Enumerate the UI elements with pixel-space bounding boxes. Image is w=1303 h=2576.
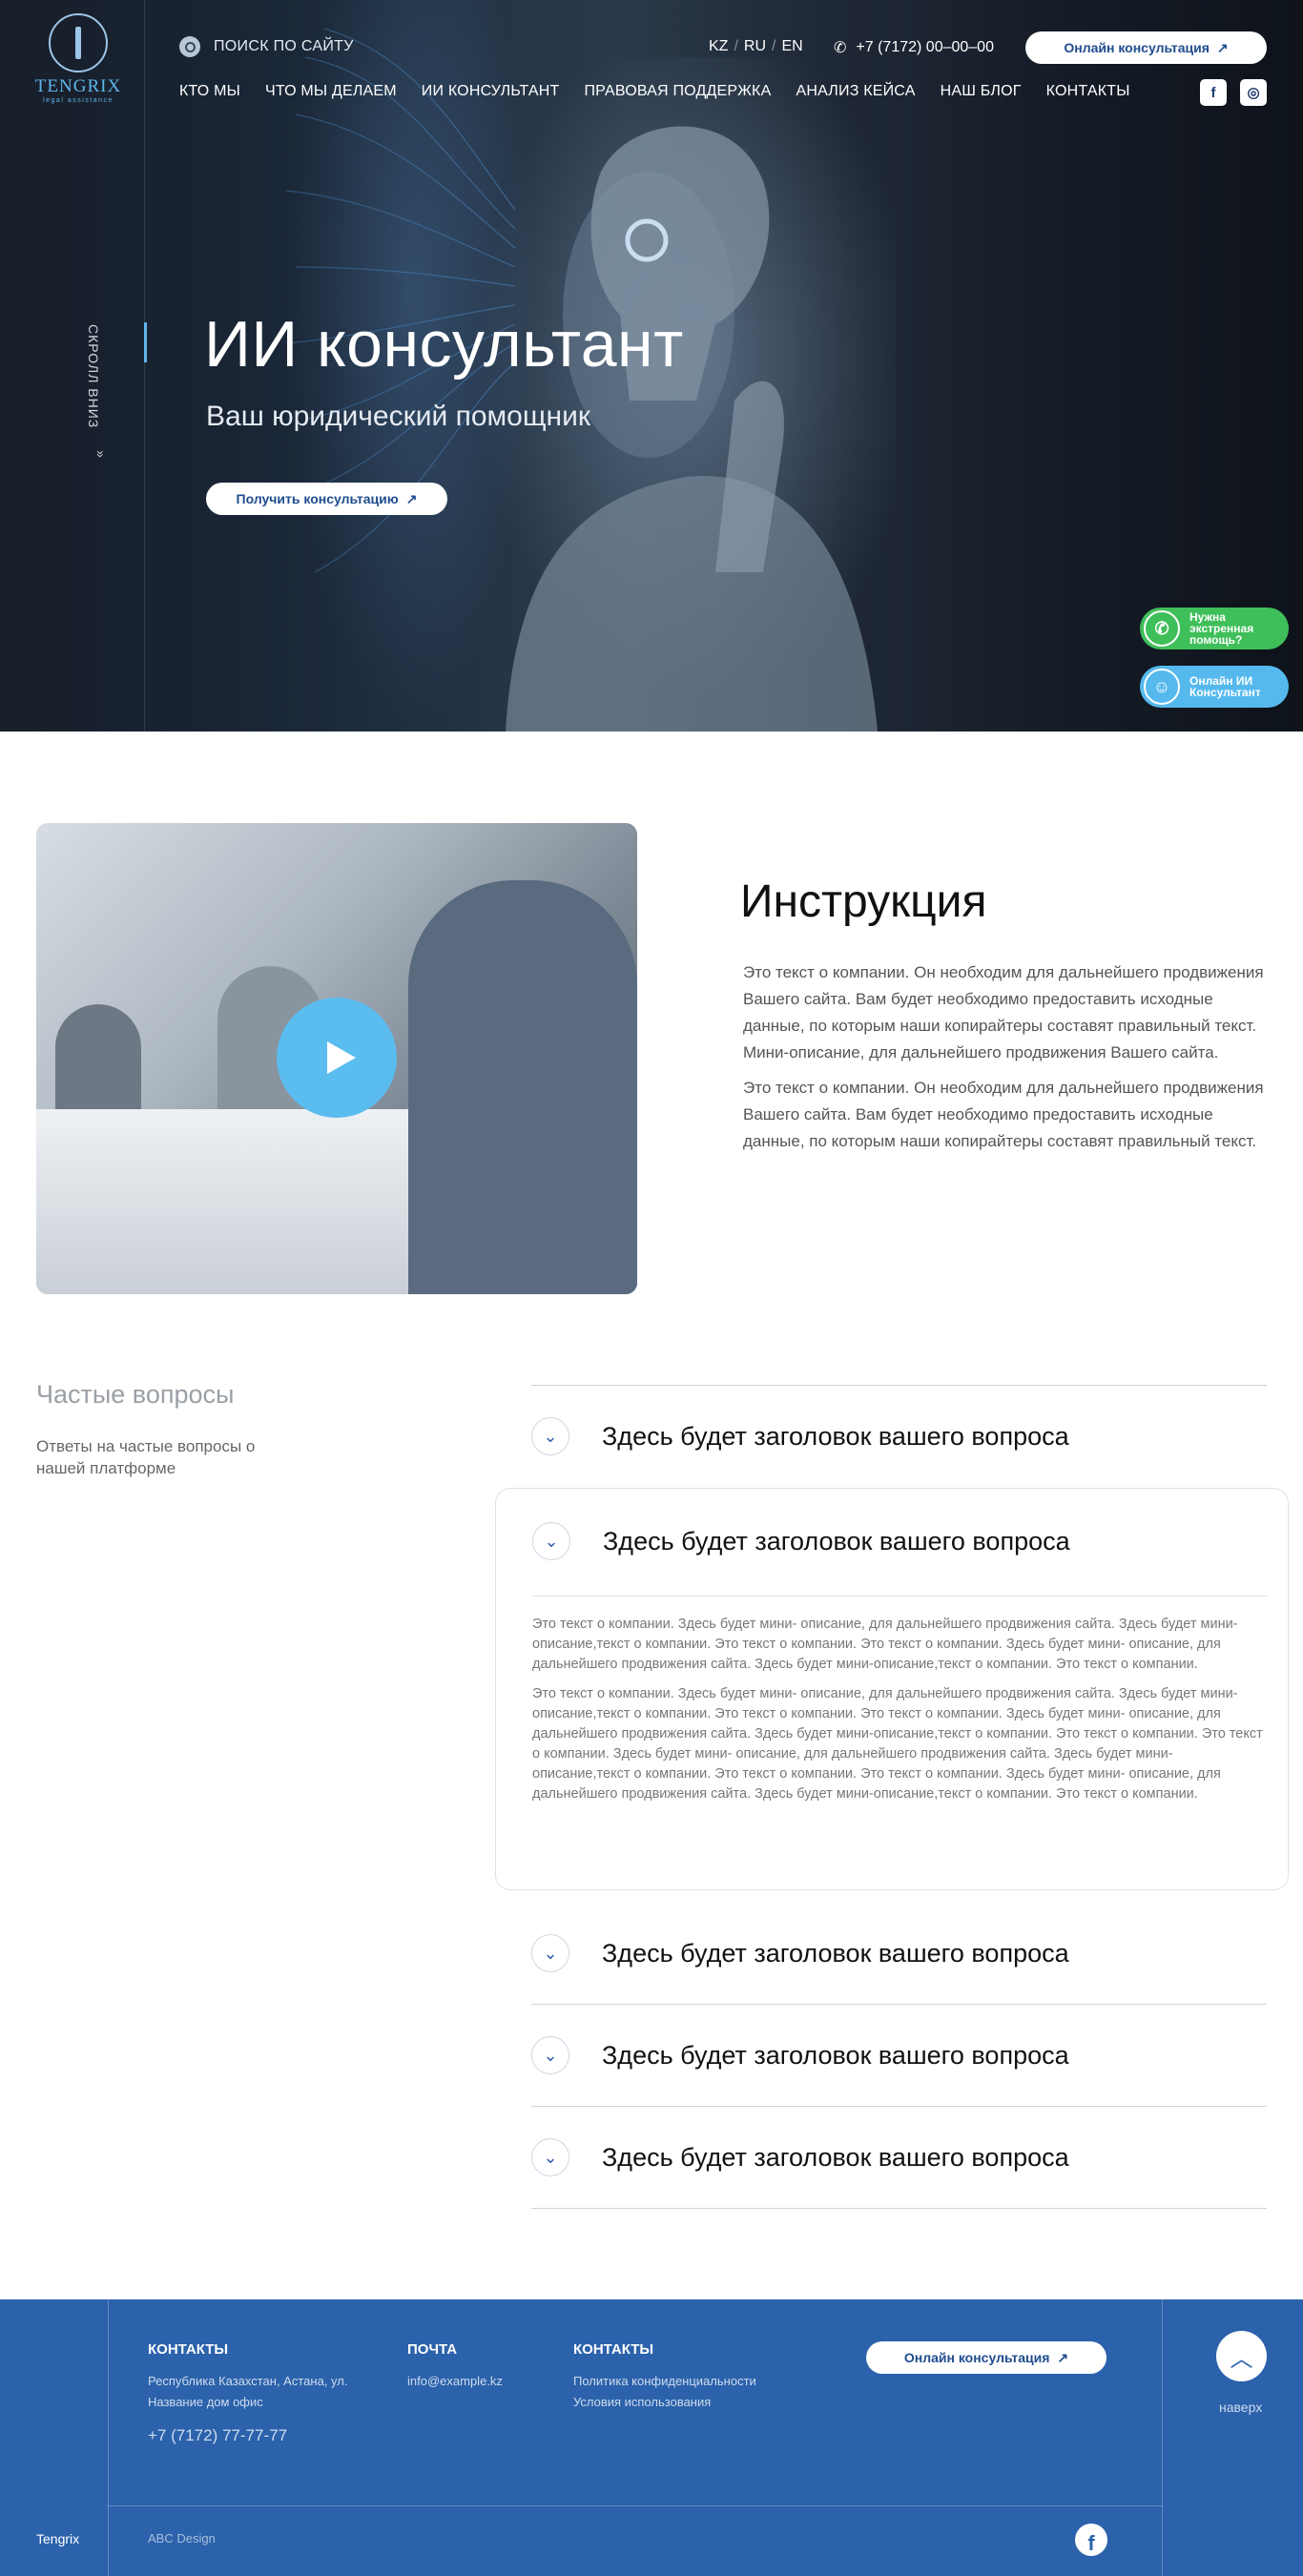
faq-question: Здесь будет заголовок вашего вопроса: [602, 2040, 1069, 2070]
arrow-up-right-icon: ↗: [1057, 2349, 1069, 2365]
scroll-down[interactable]: СКРОЛЛ ВНИЗ »: [86, 324, 124, 477]
faq-question: Здесь будет заголовок вашего вопроса: [602, 1938, 1069, 1968]
faq-item[interactable]: ⌄ Здесь будет заголовок вашего вопроса: [531, 1903, 1267, 2004]
arrow-up-right-icon: ↗: [1216, 39, 1229, 55]
logo-emblem-icon: [49, 13, 108, 72]
faq-divider: [531, 2208, 1267, 2209]
chevron-down-icon[interactable]: ⌄: [531, 1417, 569, 1455]
hero-subtitle: Ваш юридический помощник: [206, 401, 590, 432]
faq-item[interactable]: ⌄ Здесь будет заголовок вашего вопроса: [531, 1386, 1267, 1487]
back-to-top-button[interactable]: ︿: [1216, 2331, 1267, 2381]
ai-consultant-button[interactable]: ☺ Онлайн ИИ Консультант: [1140, 666, 1289, 708]
play-icon[interactable]: [277, 998, 397, 1118]
footer-link-terms[interactable]: Условия использования: [573, 2392, 756, 2413]
instruction-text: Это текст о компании. Он необходим для д…: [743, 959, 1272, 1164]
footer-links-title: КОНТАКТЫ: [573, 2341, 654, 2358]
nav-item-contacts[interactable]: КОНТАКТЫ: [1046, 83, 1130, 100]
footer-consultation-button[interactable]: Онлайн консультация ↗: [866, 2341, 1107, 2374]
footer: КОНТАКТЫ Республика Казахстан, Астана, у…: [0, 2299, 1303, 2576]
faq-question: Здесь будет заголовок вашего вопроса: [602, 2142, 1069, 2172]
footer-divider: [108, 2505, 1162, 2506]
get-consultation-label: Получить консультацию: [236, 491, 399, 506]
logo[interactable]: TENGRIX legal assistance: [34, 13, 122, 104]
hero-section: TENGRIX legal assistance СКРОЛЛ ВНИЗ » П…: [0, 0, 1303, 732]
lang-kz[interactable]: KZ: [709, 38, 728, 55]
nav-item-ai-consultant[interactable]: ИИ КОНСУЛЬТАНТ: [422, 83, 560, 100]
faq-question: Здесь будет заголовок вашего вопроса: [603, 1526, 1070, 1556]
faq-item[interactable]: ⌄ Здесь будет заголовок вашего вопроса: [531, 2005, 1267, 2106]
nav-item-what-we-do[interactable]: ЧТО МЫ ДЕЛАЕМ: [265, 83, 397, 100]
instruction-video[interactable]: [36, 823, 637, 1294]
nav-item-legal-support[interactable]: ПРАВОВАЯ ПОДДЕРЖКА: [584, 83, 771, 100]
chevron-down-icon[interactable]: ⌄: [531, 1934, 569, 1972]
language-switcher: KZ / RU / EN: [709, 38, 803, 55]
get-consultation-button[interactable]: Получить консультацию ↗: [206, 483, 447, 515]
scroll-down-label: СКРОЛЛ ВНИЗ: [86, 324, 101, 429]
footer-link-privacy[interactable]: Политика конфиденциальности: [573, 2371, 756, 2392]
faq-answer-paragraph: Это текст о компании. Здесь будет мини- …: [532, 1617, 1238, 1672]
search-icon: [179, 36, 200, 57]
facebook-icon[interactable]: f: [1200, 79, 1227, 106]
footer-mail-title: ПОЧТА: [407, 2341, 458, 2358]
chevron-down-icon[interactable]: ⌄: [531, 2138, 569, 2176]
footer-design-credit[interactable]: ABC Design: [148, 2531, 216, 2545]
emergency-help-label: Нужна экстренная помощь?: [1189, 610, 1254, 647]
footer-divider: [1162, 2299, 1163, 2576]
faq-item-expanded[interactable]: ⌄ Здесь будет заголовок вашего вопроса Э…: [495, 1488, 1289, 1890]
faq-question: Здесь будет заголовок вашего вопроса: [602, 1421, 1069, 1451]
footer-contacts: КОНТАКТЫ Республика Казахстан, Астана, у…: [148, 2341, 367, 2445]
faq-answer-divider: [532, 1596, 1268, 1597]
faq-item[interactable]: ⌄ Здесь будет заголовок вашего вопроса: [531, 2107, 1267, 2208]
footer-divider: [108, 2299, 109, 2576]
rail-accent: [144, 322, 147, 362]
main-nav: КТО МЫ ЧТО МЫ ДЕЛАЕМ ИИ КОНСУЛЬТАНТ ПРАВ…: [179, 83, 1130, 100]
arrow-up-right-icon: ↗: [405, 490, 418, 506]
faq-answer-paragraph: Это текст о компании. Здесь будет мини- …: [532, 1686, 1263, 1802]
instruction-paragraph: Это текст о компании. Он необходим для д…: [743, 1079, 1264, 1150]
video-person-main: [408, 880, 637, 1294]
search[interactable]: ПОИСК ПО САЙТУ: [179, 36, 354, 57]
instagram-icon[interactable]: ◎: [1240, 79, 1267, 106]
chevron-up-icon: ︿: [1230, 2346, 1253, 2372]
lang-separator: /: [772, 38, 776, 54]
online-consultation-label: Онлайн консультация: [1064, 40, 1210, 55]
whatsapp-icon: ✆: [1144, 610, 1180, 647]
footer-mail: ПОЧТА info@example.kz: [407, 2341, 503, 2392]
nav-item-case-analysis[interactable]: АНАЛИЗ КЕЙСА: [796, 83, 915, 100]
faq-subtitle: Ответы на частые вопросы о нашей платфор…: [36, 1437, 256, 1477]
hero-title: ИИ консультант: [204, 308, 684, 381]
footer-brand: Tengrix: [36, 2531, 80, 2546]
facebook-icon[interactable]: f: [1075, 2524, 1107, 2556]
lang-ru[interactable]: RU: [744, 38, 766, 55]
instruction-title: Инструкция: [740, 876, 987, 927]
search-label: ПОИСК ПО САЙТУ: [214, 38, 354, 54]
footer-address: Республика Казахстан, Астана, ул. Назван…: [148, 2374, 348, 2409]
header-phone-number: +7 (7172) 00–00–00: [856, 39, 994, 55]
footer-links: КОНТАКТЫ Политика конфиденциальности Усл…: [573, 2341, 756, 2413]
emergency-help-button[interactable]: ✆ Нужна экстренная помощь?: [1140, 608, 1289, 649]
logo-tagline: legal assistance: [43, 97, 114, 104]
scroll-down-arrow-icon: »: [93, 450, 109, 458]
online-consultation-button[interactable]: Онлайн консультация ↗: [1025, 31, 1267, 64]
nav-item-blog[interactable]: НАШ БЛОГ: [941, 83, 1022, 100]
nav-item-who-we-are[interactable]: КТО МЫ: [179, 83, 240, 100]
instruction-paragraph: Это текст о компании. Он необходим для д…: [743, 963, 1264, 1061]
faq-title: Частые вопросы: [36, 1380, 235, 1409]
lang-en[interactable]: EN: [781, 38, 802, 55]
chevron-down-icon[interactable]: ⌄: [531, 2036, 569, 2074]
header-phone[interactable]: ✆ +7 (7172) 00–00–00: [834, 38, 994, 57]
phone-icon: ✆: [834, 40, 847, 56]
footer-email[interactable]: info@example.kz: [407, 2371, 503, 2392]
lang-separator: /: [734, 38, 738, 54]
footer-consultation-label: Онлайн консультация: [903, 2350, 1050, 2365]
ai-consultant-label: Онлайн ИИ Консультант: [1189, 674, 1261, 699]
footer-contacts-title: КОНТАКТЫ: [148, 2341, 229, 2358]
logo-name: TENGRIX: [34, 76, 122, 96]
robot-icon: ☺: [1144, 669, 1180, 705]
faq-answer: Это текст о компании. Здесь будет мини- …: [532, 1615, 1268, 1814]
chevron-down-icon[interactable]: ⌄: [532, 1522, 570, 1560]
footer-phone[interactable]: +7 (7172) 77-77-77: [148, 2426, 367, 2445]
back-to-top-label[interactable]: наверх: [1219, 2400, 1262, 2415]
